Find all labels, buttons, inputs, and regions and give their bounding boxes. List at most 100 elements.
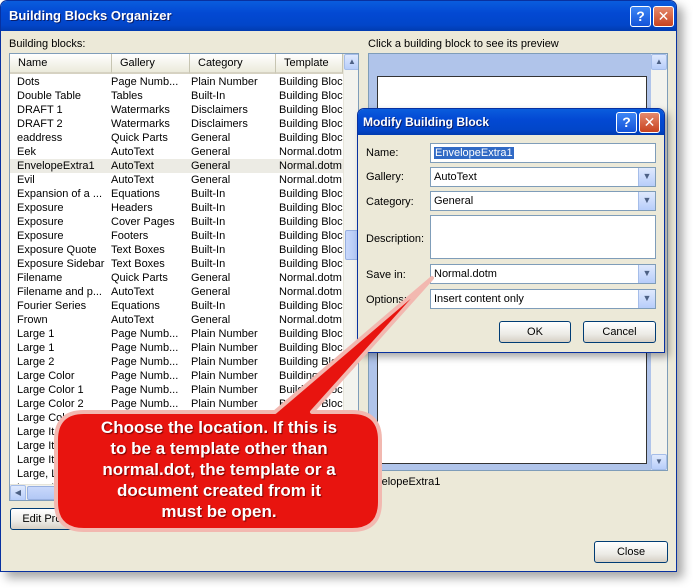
chevron-down-icon[interactable]: ▼ xyxy=(638,192,655,210)
cell-name: EnvelopeExtra1 xyxy=(17,160,95,172)
gallery-dropdown[interactable]: AutoText ▼ xyxy=(430,167,656,187)
cell-template: Normal.dotm xyxy=(279,314,342,326)
cell-template: Building Block xyxy=(279,244,343,256)
column-header-category[interactable]: Category xyxy=(190,54,276,74)
save-in-dropdown[interactable]: Normal.dotm ▼ xyxy=(430,264,656,284)
table-row[interactable]: Large 1 Page Numb... Plain Number Building … xyxy=(10,327,343,341)
window-title: Building Blocks Organizer xyxy=(9,8,172,23)
arrow-up-icon[interactable]: ▲ xyxy=(344,54,358,70)
building-blocks-label: Building blocks: xyxy=(9,38,86,50)
cell-template: Normal.dotm xyxy=(279,286,342,298)
cell-name: Frown xyxy=(17,314,48,326)
cell-gallery: Page Numb... xyxy=(111,76,179,88)
cell-template: Normal.dotm xyxy=(279,146,342,158)
help-icon[interactable]: ? xyxy=(630,6,651,27)
cell-gallery: AutoText xyxy=(111,314,154,326)
cell-gallery: Page Numb... xyxy=(111,370,179,382)
category-dropdown[interactable]: General ▼ xyxy=(430,191,656,211)
table-row[interactable]: EnvelopeExtra1 AutoText General Normal.dotm xyxy=(10,159,343,173)
cell-category: General xyxy=(191,174,231,186)
gallery-label: Gallery: xyxy=(366,171,404,183)
table-row[interactable]: Expansion of a ... Equations Built-In Build… xyxy=(10,187,343,201)
options-label: Options: xyxy=(366,294,407,306)
arrow-down-icon[interactable]: ▼ xyxy=(651,454,667,470)
help-icon[interactable]: ? xyxy=(616,112,637,133)
table-row[interactable]: Large 2 Page Numb... Plain Number Building … xyxy=(10,355,343,369)
cell-gallery: Tables xyxy=(111,90,143,102)
cell-name: Exposure Sidebar xyxy=(17,258,105,270)
table-row[interactable]: Exposure Sidebar Text Boxes Built-In Buildi… xyxy=(10,257,343,271)
cell-category: Plain Number xyxy=(191,370,258,382)
options-dropdown[interactable]: Insert content only ▼ xyxy=(430,289,656,309)
close-button[interactable]: Close xyxy=(594,541,668,563)
cell-template: Normal.dotm xyxy=(279,272,342,284)
cell-category: Plain Number xyxy=(191,356,258,368)
table-row[interactable]: DRAFT 2 Watermarks Disclaimers Building Blo… xyxy=(10,117,343,131)
cell-gallery: Page Numb... xyxy=(111,356,179,368)
cell-category: Built-In xyxy=(191,216,226,228)
table-row[interactable]: Evil AutoText General Normal.dotm xyxy=(10,173,343,187)
table-row[interactable]: Fourier Series Equations Built-In Building … xyxy=(10,299,343,313)
cell-name: Dots xyxy=(17,76,40,88)
chevron-down-icon[interactable]: ▼ xyxy=(638,168,655,186)
callout-line: to be a template other than xyxy=(110,439,328,458)
cell-name: Double Table xyxy=(17,90,82,102)
name-label: Name: xyxy=(366,147,399,159)
cell-gallery: Watermarks xyxy=(111,118,170,130)
cell-category: General xyxy=(191,286,231,298)
chevron-down-icon[interactable]: ▼ xyxy=(638,290,655,308)
table-row[interactable]: eaddress Quick Parts General Building Block xyxy=(10,131,343,145)
cell-gallery: AutoText xyxy=(111,160,154,172)
table-row[interactable]: Large Color 1 Page Numb... Plain Number Bui… xyxy=(10,383,343,397)
table-row[interactable]: Large Color Page Numb... Plain Number Build… xyxy=(10,369,343,383)
dialog-title: Modify Building Block xyxy=(363,115,489,129)
table-row[interactable]: Dots Page Numb... Plain Number Building Blo… xyxy=(10,75,343,89)
table-row[interactable]: Exposure Footers Built-In Building Block xyxy=(10,229,343,243)
cell-name: eaddress xyxy=(17,132,63,144)
cancel-button[interactable]: Cancel xyxy=(583,321,656,343)
cell-gallery: Headers xyxy=(111,202,153,214)
modify-building-block-dialog: Modify Building Block ? ✕ Name: Envelope… xyxy=(357,108,665,353)
table-row[interactable]: Large 1 Page Numb... Plain Number Building … xyxy=(10,341,343,355)
cell-name: Evil xyxy=(17,174,35,186)
cell-category: Built-In xyxy=(191,300,226,312)
cell-template: Building Block xyxy=(279,230,343,242)
cell-gallery: Text Boxes xyxy=(111,244,165,256)
name-field[interactable]: EnvelopeExtra1 xyxy=(430,143,656,163)
table-row[interactable]: Frown AutoText General Normal.dotm xyxy=(10,313,343,327)
cell-name: Fourier Series xyxy=(17,300,87,312)
dialog-title-bar: Modify Building Block ? ✕ xyxy=(358,109,664,135)
callout-line: document created from it xyxy=(116,481,322,500)
table-row[interactable]: Large Color 2 Page Numb... Plain Number Bui… xyxy=(10,397,343,411)
arrow-left-icon[interactable]: ◀ xyxy=(10,485,26,500)
close-icon[interactable]: ✕ xyxy=(653,6,674,27)
cell-gallery: AutoText xyxy=(111,174,154,186)
table-row[interactable]: Exposure Quote Text Boxes Built-In Building… xyxy=(10,243,343,257)
cell-name: Exposure xyxy=(17,202,64,214)
cell-category: Built-In xyxy=(191,202,226,214)
column-header-template[interactable]: Template xyxy=(276,54,343,74)
table-row[interactable]: Double Table Tables Built-In Building Block xyxy=(10,89,343,103)
column-header-name[interactable]: Name xyxy=(10,54,112,74)
column-header-gallery[interactable]: Gallery xyxy=(112,54,190,74)
table-row[interactable]: Exposure Headers Built-In Building Block xyxy=(10,201,343,215)
cell-name: Exposure xyxy=(17,230,64,242)
table-row[interactable]: DRAFT 1 Watermarks Disclaimers Building Blo… xyxy=(10,103,343,117)
arrow-up-icon[interactable]: ▲ xyxy=(651,54,667,70)
ok-button[interactable]: OK xyxy=(499,321,571,343)
table-row[interactable]: Exposure Cover Pages Built-In Building Bloc… xyxy=(10,215,343,229)
close-icon[interactable]: ✕ xyxy=(639,112,660,133)
table-row[interactable]: Eek AutoText General Normal.dotm xyxy=(10,145,343,159)
cell-template: Building Block xyxy=(279,132,343,144)
description-field[interactable] xyxy=(430,215,656,259)
chevron-down-icon[interactable]: ▼ xyxy=(638,265,655,283)
table-row[interactable]: Filename Quick Parts General Normal.dotm xyxy=(10,271,343,285)
cell-gallery: Quick Parts xyxy=(111,132,168,144)
cell-category: General xyxy=(191,160,231,172)
table-row[interactable]: Filename and p... AutoText General Normal.d… xyxy=(10,285,343,299)
cell-gallery: Cover Pages xyxy=(111,216,175,228)
cell-name: Large Color 1 xyxy=(17,384,84,396)
cell-template: Building Block xyxy=(279,104,343,116)
cell-category: General xyxy=(191,146,231,158)
cell-template: Building Block xyxy=(279,216,343,228)
